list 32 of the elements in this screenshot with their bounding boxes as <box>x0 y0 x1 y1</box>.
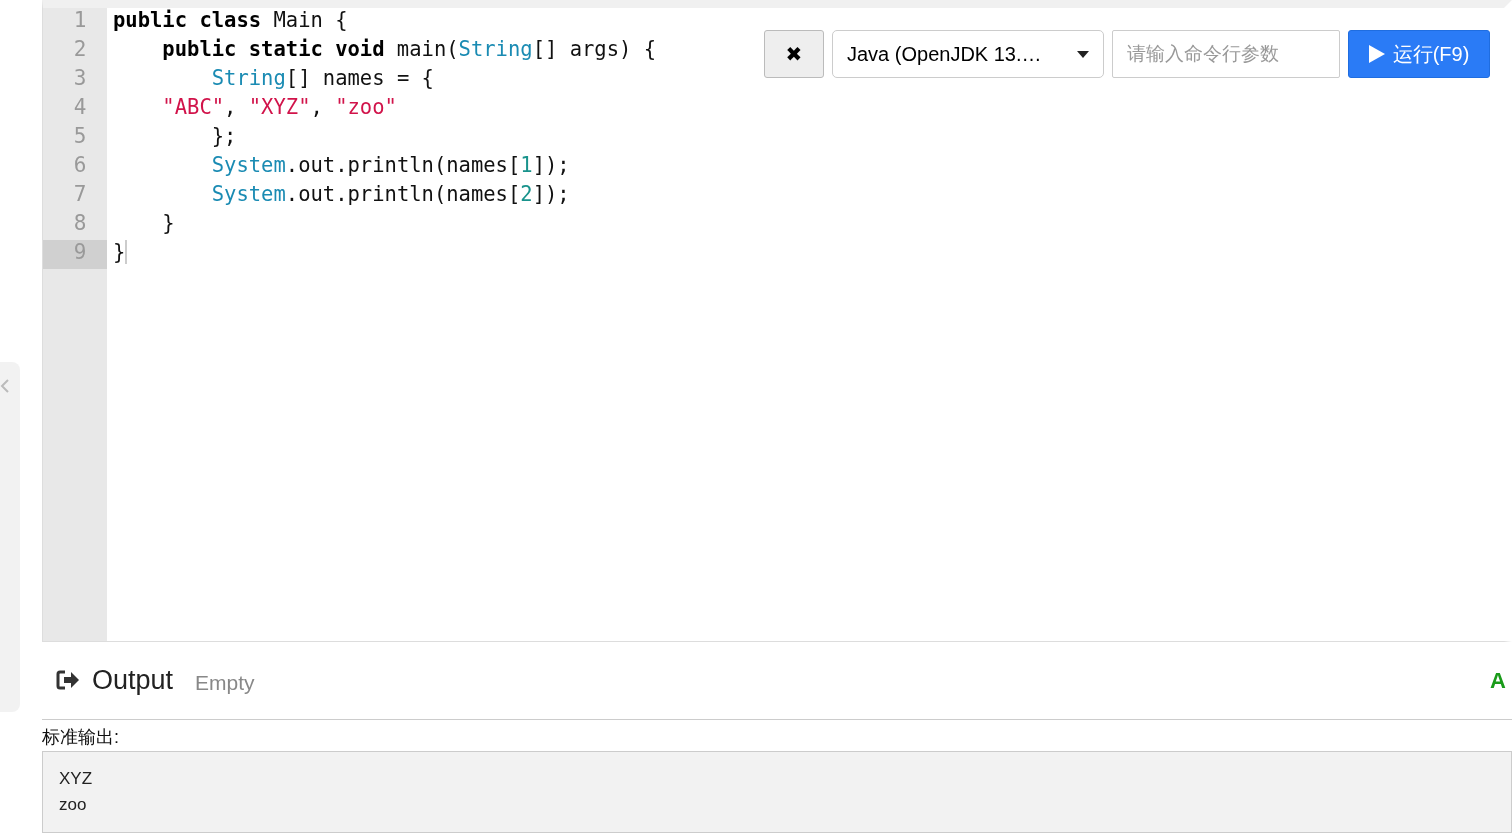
line-number: 2 <box>72 37 88 63</box>
line-number: 8 <box>72 211 88 237</box>
code-line: "ABC", "XYZ", "zoo" <box>161 95 397 119</box>
line-number: 5 <box>72 124 88 150</box>
line-number: 4 <box>72 95 88 121</box>
line-number: 6 <box>72 153 88 179</box>
line-number: 1 <box>72 8 88 34</box>
output-status: Empty <box>195 669 255 696</box>
code-line: System.out.println(names[1]); <box>210 153 570 177</box>
code-line: } <box>113 240 128 264</box>
output-icon <box>56 669 80 692</box>
code-line: }; <box>210 124 237 148</box>
line-number: 3 <box>72 66 88 92</box>
language-dropdown[interactable]: Java (OpenJDK 13.… <box>832 30 1104 78</box>
code-editor[interactable] <box>42 0 1512 642</box>
arguments-field[interactable]: 请输入命令行参数 <box>1112 30 1340 78</box>
clear-button[interactable]: ✖ <box>764 30 824 78</box>
caret-icon <box>1077 50 1089 58</box>
status-text: A <box>1490 667 1506 695</box>
output-title: Output <box>92 664 174 698</box>
code-line: } <box>161 211 175 235</box>
collapse-handle[interactable] <box>0 362 20 712</box>
line-number: 7 <box>72 182 88 208</box>
stdout-panel: XYZ zoo <box>42 751 1512 833</box>
code-line: public class Main { <box>113 8 348 32</box>
run-button[interactable]: 运行(F9) <box>1348 30 1490 78</box>
code-line: String[] names = { <box>210 66 434 90</box>
chevron-left-icon <box>0 378 10 394</box>
stdout-label: 标准输出: <box>42 727 119 747</box>
play-icon <box>1368 45 1385 63</box>
code-line: System.out.println(names[2]); <box>210 182 570 206</box>
code-line: public static void main(String[] args) { <box>161 37 657 61</box>
